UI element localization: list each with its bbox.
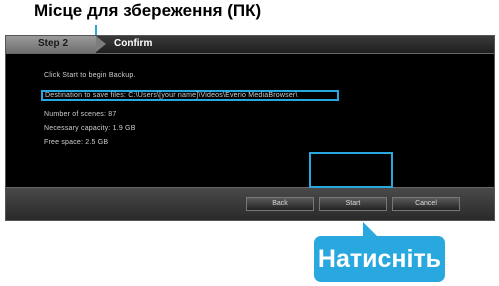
button-bar: Back Start Cancel [6,187,494,220]
instruction-text: Click Start to begin Backup. [44,72,136,79]
dialog-header: Step 2 Confirm [6,36,494,54]
scene-count-text: Number of scenes: 87 [44,111,117,118]
destination-highlight: Destination to save files: C:\Users\[you… [41,90,339,101]
confirm-dialog: Step 2 Confirm Click Start to begin Back… [5,35,495,221]
start-button-highlight [309,152,393,188]
callout-pointer [363,222,377,236]
step-tab: Step 2 [6,36,96,53]
step-label: Step 2 [38,38,69,49]
dialog-title: Confirm [114,38,153,49]
callout-label: Натисніть [314,236,445,282]
start-button[interactable]: Start [319,197,387,211]
necessary-capacity-text: Necessary capacity: 1.9 GB [44,125,136,132]
destination-text: Destination to save files: C:\Users\[you… [45,92,298,99]
annotation-heading: Місце для збереження (ПК) [34,1,262,20]
back-button[interactable]: Back [246,197,314,211]
step-arrow-icon [96,36,106,52]
cancel-button[interactable]: Cancel [392,197,460,211]
free-space-text: Free space: 2.5 GB [44,139,109,146]
